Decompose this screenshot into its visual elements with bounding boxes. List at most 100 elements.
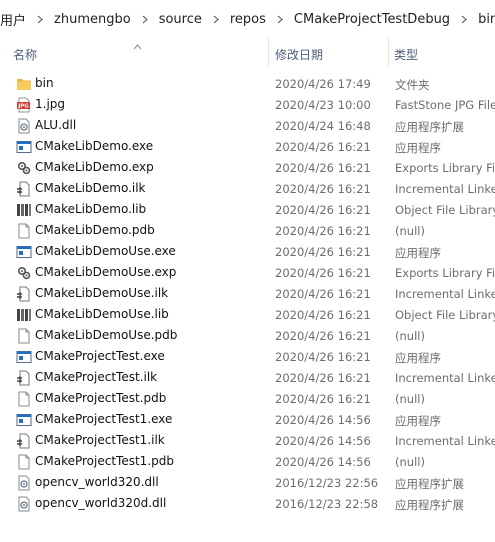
file-type: Exports Library File bbox=[395, 266, 495, 280]
file-name[interactable]: CMakeLibDemo.lib bbox=[35, 202, 146, 216]
file-name[interactable]: opencv_world320.dll bbox=[35, 475, 159, 489]
file-type: Exports Library File bbox=[395, 161, 495, 175]
file-name[interactable]: 1.jpg bbox=[35, 97, 65, 111]
sort-ascending-icon bbox=[133, 39, 142, 53]
file-name[interactable]: CMakeLibDemoUse.ilk bbox=[35, 286, 168, 300]
file-row[interactable]: opencv_world320.dll 2016/12/23 22:56 应用程序扩… bbox=[0, 473, 495, 494]
dll-file-icon bbox=[16, 496, 32, 512]
file-name[interactable]: CMakeLibDemo.pdb bbox=[35, 223, 155, 237]
chevron-right-icon[interactable] bbox=[29, 15, 51, 24]
file-name[interactable]: CMakeLibDemo.exe bbox=[35, 139, 153, 153]
file-list: bin 2020/4/26 17:49 文件夹 JPG 1.jpg 2020/4/23 1… bbox=[0, 74, 495, 515]
file-name[interactable]: CMakeLibDemoUse.exe bbox=[35, 244, 176, 258]
file-row[interactable]: bin 2020/4/26 17:49 文件夹 bbox=[0, 74, 495, 95]
file-date: 2020/4/26 16:21 bbox=[275, 182, 371, 196]
column-divider[interactable] bbox=[268, 38, 269, 68]
column-header-date[interactable]: 修改日期 bbox=[275, 46, 323, 63]
file-type: 应用程序扩展 bbox=[395, 120, 464, 134]
chevron-right-icon[interactable] bbox=[205, 15, 227, 24]
file-name[interactable]: CMakeProjectTest.pdb bbox=[35, 391, 166, 405]
chevron-right-icon[interactable] bbox=[134, 15, 156, 24]
file-type: Object File Library bbox=[395, 308, 495, 322]
dll-file-icon bbox=[16, 118, 32, 134]
chevron-right-icon[interactable] bbox=[453, 15, 475, 24]
file-row[interactable]: CMakeProjectTest1.ilk 2020/4/26 14:56 Incr… bbox=[0, 431, 495, 452]
file-row[interactable]: CMakeProjectTest1.exe 2020/4/26 14:56 应用程序 bbox=[0, 410, 495, 431]
file-type: 应用程序 bbox=[395, 141, 441, 155]
file-date: 2020/4/26 14:56 bbox=[275, 455, 371, 469]
breadcrumb-item-project[interactable]: CMakeProjectTestDebug bbox=[291, 12, 453, 27]
file-name[interactable]: bin bbox=[35, 76, 54, 90]
file-row[interactable]: CMakeLibDemo.ilk 2020/4/26 16:21 Increment… bbox=[0, 179, 495, 200]
file-date: 2016/12/23 22:56 bbox=[275, 476, 379, 490]
file-name[interactable]: CMakeLibDemo.exp bbox=[35, 160, 154, 174]
file-date: 2020/4/26 16:21 bbox=[275, 371, 371, 385]
file-date: 2020/4/26 17:49 bbox=[275, 77, 371, 91]
breadcrumb-item-users[interactable]: 用户 bbox=[0, 10, 29, 29]
breadcrumb-item-repos[interactable]: repos bbox=[227, 12, 269, 27]
file-row[interactable]: CMakeLibDemo.exe 2020/4/26 16:21 应用程序 bbox=[0, 137, 495, 158]
ilk-file-icon bbox=[16, 181, 32, 197]
file-date: 2020/4/26 16:21 bbox=[275, 161, 371, 175]
file-name[interactable]: CMakeProjectTest.ilk bbox=[35, 370, 157, 384]
file-type: 文件夹 bbox=[395, 78, 430, 92]
file-row[interactable]: CMakeLibDemoUse.exe 2020/4/26 16:21 应用程序 bbox=[0, 242, 495, 263]
file-date: 2020/4/26 14:56 bbox=[275, 434, 371, 448]
file-type: (null) bbox=[395, 392, 425, 406]
file-row[interactable]: CMakeProjectTest1.pdb 2020/4/26 14:56 (nul… bbox=[0, 452, 495, 473]
file-row[interactable]: opencv_world320d.dll 2016/12/23 22:58 应用程序… bbox=[0, 494, 495, 515]
blank-file-icon bbox=[16, 328, 32, 344]
breadcrumb-item-user[interactable]: zhumengbo bbox=[51, 12, 134, 27]
file-row[interactable]: CMakeProjectTest.pdb 2020/4/26 16:21 (null… bbox=[0, 389, 495, 410]
file-name[interactable]: CMakeProjectTest1.pdb bbox=[35, 454, 174, 468]
exp-file-icon bbox=[16, 265, 32, 281]
file-row[interactable]: CMakeLibDemoUse.ilk 2020/4/26 16:21 Increm… bbox=[0, 284, 495, 305]
file-row[interactable]: CMakeLibDemo.pdb 2020/4/26 16:21 (null) bbox=[0, 221, 495, 242]
file-row[interactable]: CMakeLibDemoUse.exp 2020/4/26 16:21 Export… bbox=[0, 263, 495, 284]
file-type: Incremental Linker File bbox=[395, 182, 495, 196]
file-row[interactable]: ALU.dll 2020/4/24 16:48 应用程序扩展 bbox=[0, 116, 495, 137]
file-type: Object File Library bbox=[395, 203, 495, 217]
column-header-type[interactable]: 类型 bbox=[394, 46, 418, 63]
file-row[interactable]: CMakeLibDemo.lib 2020/4/26 16:21 Object Fi… bbox=[0, 200, 495, 221]
file-row[interactable]: CMakeProjectTest.ilk 2020/4/26 16:21 Incre… bbox=[0, 368, 495, 389]
file-name[interactable]: opencv_world320d.dll bbox=[35, 496, 166, 510]
exe-file-icon bbox=[16, 139, 32, 155]
file-name[interactable]: CMakeLibDemo.ilk bbox=[35, 181, 146, 195]
breadcrumb-item-source[interactable]: source bbox=[156, 12, 205, 27]
file-row[interactable]: CMakeProjectTest.exe 2020/4/26 16:21 应用程序 bbox=[0, 347, 495, 368]
file-date: 2020/4/24 16:48 bbox=[275, 119, 371, 133]
file-name[interactable]: CMakeLibDemoUse.pdb bbox=[35, 328, 177, 342]
jpg-file-icon: JPG bbox=[16, 97, 32, 113]
file-type: FastStone JPG File bbox=[395, 98, 495, 112]
file-type: 应用程序扩展 bbox=[395, 498, 464, 512]
file-row[interactable]: JPG 1.jpg 2020/4/23 10:00 FastStone JPG Fil… bbox=[0, 95, 495, 116]
column-divider[interactable] bbox=[388, 38, 389, 68]
file-name[interactable]: CMakeLibDemoUse.exp bbox=[35, 265, 176, 279]
file-type: 应用程序 bbox=[395, 246, 441, 260]
file-date: 2020/4/26 16:21 bbox=[275, 392, 371, 406]
file-name[interactable]: ALU.dll bbox=[35, 118, 76, 132]
column-header-name[interactable]: 名称 bbox=[13, 46, 37, 63]
breadcrumb: 用户 zhumengbo source repos CMakeProjectTe… bbox=[0, 0, 495, 38]
file-date: 2020/4/26 16:21 bbox=[275, 350, 371, 364]
file-row[interactable]: CMakeLibDemoUse.pdb 2020/4/26 16:21 (null) bbox=[0, 326, 495, 347]
folder-icon bbox=[16, 76, 32, 92]
file-row[interactable]: CMakeLibDemoUse.lib 2020/4/26 16:21 Object… bbox=[0, 305, 495, 326]
file-type: Incremental Linker File bbox=[395, 371, 495, 385]
file-name[interactable]: CMakeProjectTest1.exe bbox=[35, 412, 172, 426]
chevron-right-icon[interactable] bbox=[269, 15, 291, 24]
svg-text:JPG: JPG bbox=[17, 104, 29, 110]
file-date: 2020/4/26 16:21 bbox=[275, 266, 371, 280]
breadcrumb-item-bin[interactable]: bin bbox=[475, 12, 495, 27]
exe-file-icon bbox=[16, 244, 32, 260]
file-type: (null) bbox=[395, 455, 425, 469]
blank-file-icon bbox=[16, 454, 32, 470]
file-date: 2020/4/26 14:56 bbox=[275, 413, 371, 427]
file-name[interactable]: CMakeProjectTest.exe bbox=[35, 349, 165, 363]
file-date: 2020/4/23 10:00 bbox=[275, 98, 371, 112]
ilk-file-icon bbox=[16, 286, 32, 302]
file-row[interactable]: CMakeLibDemo.exp 2020/4/26 16:21 Exports L… bbox=[0, 158, 495, 179]
file-name[interactable]: CMakeProjectTest1.ilk bbox=[35, 433, 165, 447]
file-name[interactable]: CMakeLibDemoUse.lib bbox=[35, 307, 169, 321]
